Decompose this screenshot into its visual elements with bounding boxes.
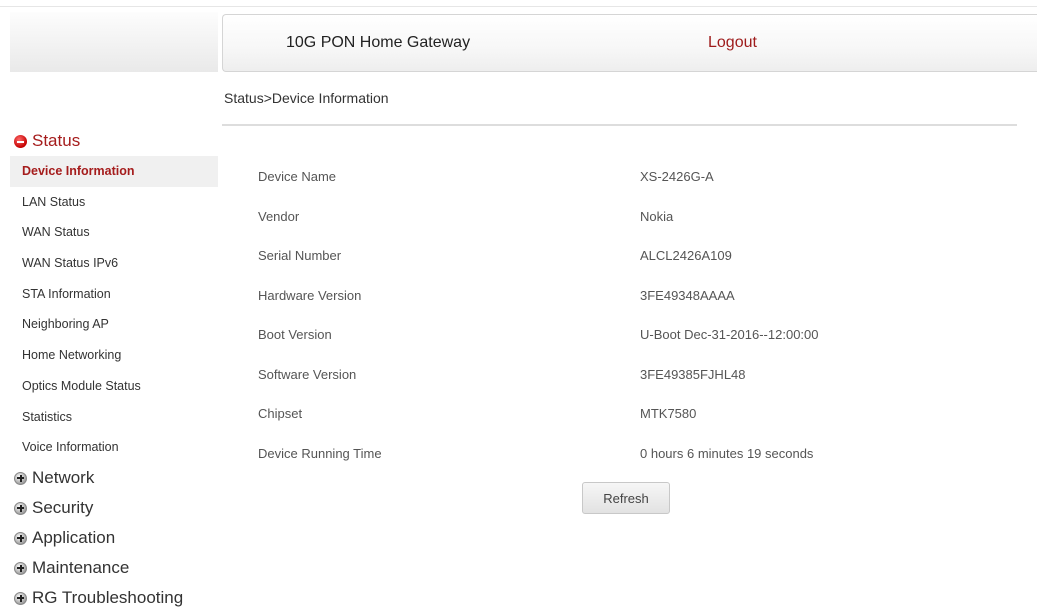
plus-circle-icon [14, 561, 27, 575]
sidebar-item-wan-status[interactable]: WAN Status [10, 217, 218, 248]
sidebar-item-neighboring-ap[interactable]: Neighboring AP [10, 309, 218, 340]
info-row-device-running-time: Device Running Time 0 hours 6 minutes 19… [258, 434, 998, 474]
sidebar-section-status[interactable]: Status [10, 126, 218, 156]
page: 10G PON Home Gateway Logout Status>Devic… [0, 0, 1037, 614]
info-row-software-version: Software Version 3FE49385FJHL48 [258, 355, 998, 395]
sidebar-section-maintenance[interactable]: Maintenance [10, 553, 218, 583]
product-name: 10G PON Home Gateway [286, 34, 471, 51]
info-label: Boot Version [258, 327, 332, 342]
sidebar-section-label: Application [32, 527, 116, 547]
sidebar-item-sta-information[interactable]: STA Information [10, 279, 218, 310]
sidebar-section-rg-troubleshooting[interactable]: RG Troubleshooting [10, 583, 218, 613]
logo-area [10, 12, 218, 72]
info-label: Serial Number [258, 248, 342, 263]
sidebar-section-network[interactable]: Network [10, 463, 218, 493]
info-label: Software Version [258, 366, 357, 382]
minus-circle-icon [14, 135, 27, 148]
sidebar-section-label: Network [32, 467, 95, 487]
plus-circle-icon [14, 501, 27, 515]
info-label: Device Running Time [258, 445, 382, 461]
info-value: ALCL2426A109 [640, 248, 732, 263]
breadcrumb: Status>Device Information [224, 90, 389, 106]
sidebar: Status Device Information LAN Status WAN… [10, 126, 218, 613]
info-row-device-name: Device Name XS-2426G-A [258, 157, 998, 197]
info-row-chipset: Chipset MTK7580 [258, 394, 998, 434]
info-value: XS-2426G-A [640, 169, 714, 184]
info-label: Hardware Version [258, 287, 362, 303]
header-bar: 10G PON Home Gateway Logout [222, 14, 1037, 72]
sidebar-item-home-networking[interactable]: Home Networking [10, 340, 218, 371]
plus-circle-icon [14, 471, 27, 485]
sidebar-section-label: RG Troubleshooting [32, 587, 184, 607]
sidebar-item-optics-module-status[interactable]: Optics Module Status [10, 371, 218, 402]
info-value: 3FE49385FJHL48 [640, 366, 746, 382]
info-label: Chipset [258, 406, 303, 421]
refresh-button[interactable]: Refresh [582, 482, 670, 514]
sidebar-section-label: Security [32, 497, 94, 517]
sidebar-section-security[interactable]: Security [10, 493, 218, 523]
info-value: 3FE49348AAAA [640, 287, 735, 303]
info-row-hardware-version: Hardware Version 3FE49348AAAA [258, 276, 998, 316]
top-divider [0, 6, 1037, 7]
sidebar-section-label: Status [32, 131, 81, 150]
info-value: Nokia [640, 208, 674, 224]
plus-circle-icon [14, 531, 27, 545]
logout-link[interactable]: Logout [708, 34, 757, 52]
info-label: Device Name [258, 169, 337, 184]
sidebar-section-application[interactable]: Application [10, 523, 218, 553]
info-row-vendor: Vendor Nokia [258, 197, 998, 237]
plus-circle-icon [14, 591, 27, 605]
sidebar-item-statistics[interactable]: Statistics [10, 402, 218, 433]
info-value: MTK7580 [640, 406, 697, 421]
sidebar-item-wan-status-ipv6[interactable]: WAN Status IPv6 [10, 248, 218, 279]
info-value: U-Boot Dec-31-2016--12:00:00 [640, 327, 819, 342]
info-row-boot-version: Boot Version U-Boot Dec-31-2016--12:00:0… [258, 315, 998, 355]
breadcrumb-divider [222, 124, 1017, 126]
sidebar-section-label: Maintenance [32, 557, 130, 577]
info-row-serial-number: Serial Number ALCL2426A109 [258, 236, 998, 276]
info-label: Vendor [258, 208, 300, 224]
sidebar-item-voice-information[interactable]: Voice Information [10, 432, 218, 463]
sidebar-item-device-information[interactable]: Device Information [10, 156, 218, 187]
sidebar-item-lan-status[interactable]: LAN Status [10, 187, 218, 218]
device-info-table: Device Name XS-2426G-A Vendor Nokia Seri… [258, 157, 998, 473]
info-value: 0 hours 6 minutes 19 seconds [640, 445, 814, 461]
